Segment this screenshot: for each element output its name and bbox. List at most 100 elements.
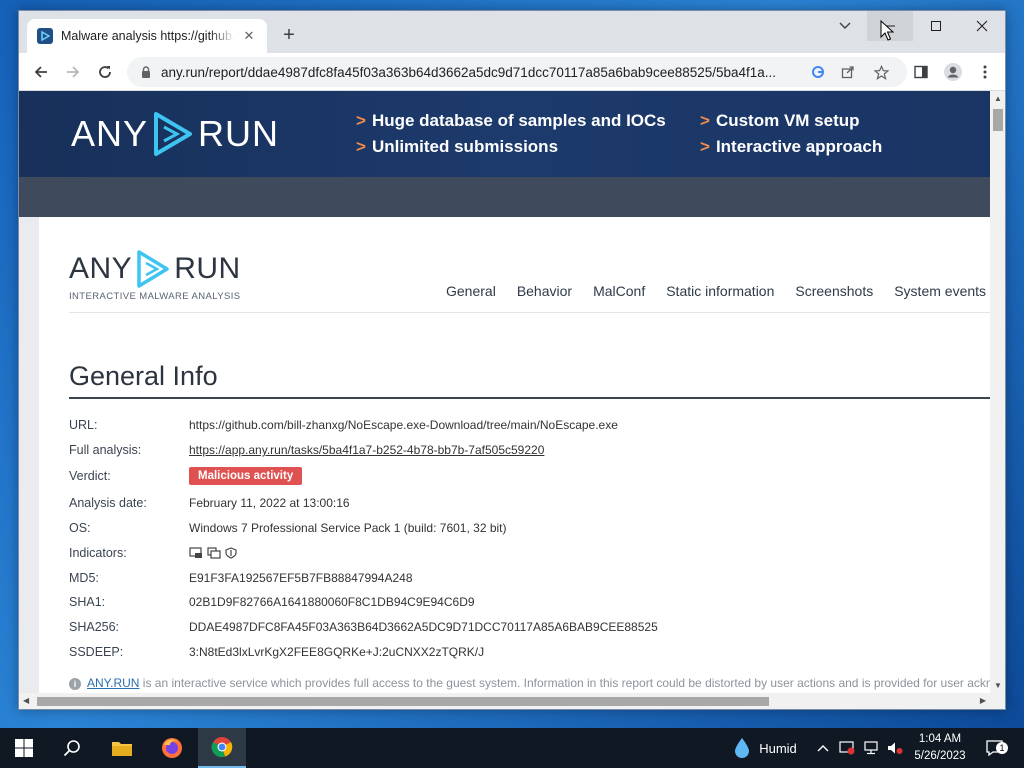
bookmark-star-icon[interactable] [870,61,892,83]
scroll-up-icon[interactable]: ▲ [994,94,1002,103]
browser-tab[interactable]: Malware analysis https://github.com/bill… [27,19,267,53]
share-icon[interactable] [837,61,859,83]
security-tray-icon[interactable] [836,728,858,768]
nav-malconf[interactable]: MalConf [593,283,645,299]
horizontal-scroll-thumb[interactable] [37,697,769,706]
site-logo-left: ANY [69,252,133,285]
promo-banner[interactable]: ANY RUN > Huge database of samples and IO… [19,91,990,177]
file-indicator-icon[interactable] [207,547,221,559]
start-button[interactable] [0,728,48,768]
info-label: URL: [69,418,98,432]
site-logo[interactable]: ANY RUN INTERACTIVE MALWARE ANALYSIS [69,249,241,302]
address-bar[interactable]: any.run/report/ddae4987dfc8fa45f03a363b6… [127,57,907,87]
shield-indicator-icon[interactable] [225,547,237,559]
banner-logo-left: ANY [71,113,149,154]
back-button[interactable] [29,60,53,84]
search-button[interactable] [48,728,96,768]
new-tab-button[interactable]: + [277,23,301,47]
maximize-button[interactable] [913,11,959,41]
vertical-scroll-thumb[interactable] [993,109,1003,131]
info-label: MD5: [69,571,99,585]
notification-center-button[interactable]: 1 [980,728,1010,768]
taskbar-clock[interactable]: 1:04 AM 5/26/2023 [905,731,975,765]
browser-window: Malware analysis https://github.com/bill… [18,10,1006,710]
volume-muted-icon[interactable] [884,728,906,768]
forward-button[interactable] [61,60,85,84]
banner-arrow: > [700,111,710,130]
scroll-right-icon[interactable]: ▶ [980,696,986,705]
os-value: Windows 7 Professional Service Pack 1 (b… [189,521,507,535]
play-logo-icon [137,250,169,288]
executable-indicator-icon[interactable] [189,547,203,559]
section-title: General Info [69,361,218,391]
sha256-value: DDAE4987DFC8FA45F03A363B64D3662A5DC9D71D… [189,620,658,634]
file-explorer-button[interactable] [98,728,146,768]
chevron-up-icon [817,745,829,752]
show-hidden-icons[interactable] [812,728,834,768]
anyrun-link[interactable]: ANY.RUN [87,676,139,690]
sha1-value: 02B1D9F82766A1641880060F8C1DB94C9E94C6D9 [189,595,475,609]
info-label: Analysis date: [69,496,147,510]
md5-value: E91F3FA192567EF5B7FB88847994A248 [189,571,413,585]
vertical-scrollbar[interactable]: ▲ ▼ [990,91,1005,693]
info-label: SHA256: [69,620,120,634]
side-panel-icon[interactable] [909,60,933,84]
info-label: SSDEEP: [69,645,124,659]
firefox-icon [162,738,182,758]
page-viewport: ANY RUN > Huge database of samples and IO… [19,91,990,693]
analysis-date-value: February 11, 2022 at 13:00:16 [189,496,350,510]
info-row-sha256: SHA256: DDAE4987DFC8FA45F03A363B64D3662A… [69,617,658,637]
firefox-button[interactable] [148,728,196,768]
banner-arrow: > [356,111,366,130]
banner-feature-text: Custom VM setup [715,111,860,130]
horizontal-scrollbar[interactable]: ◀ ▶ [19,693,1005,709]
reload-button[interactable] [93,60,117,84]
site-logo-right: RUN [174,252,241,285]
ssdeep-value: 3:N8tEd3lxLvrKgX2FEE8GQRKe+J:2uCNXX2zTQR… [189,645,485,659]
info-row-verdict: Verdict: Malicious activity [69,466,303,486]
banner-arrow: > [700,137,710,156]
chrome-button[interactable] [198,728,246,768]
browser-menu-icon[interactable] [973,60,997,84]
weather-widget[interactable]: Humid [724,728,806,768]
verdict-badge: Malicious activity [189,467,303,485]
notice-text: is an interactive service which provides… [142,676,990,690]
info-row-sha1: SHA1: 02B1D9F82766A1641880060F8C1DB94C9E… [69,592,475,612]
close-window-button[interactable] [959,11,1005,41]
google-translate-icon[interactable] [807,61,829,83]
network-icon[interactable] [860,728,882,768]
info-icon: i [69,678,81,690]
lock-icon[interactable] [139,65,153,79]
profile-avatar-icon[interactable] [941,60,965,84]
nav-general[interactable]: General [446,283,496,299]
folder-icon [112,742,132,756]
nav-system-events[interactable]: System events [894,283,986,299]
nav-screenshots[interactable]: Screenshots [795,283,873,299]
site-tagline: INTERACTIVE MALWARE ANALYSIS [69,291,241,302]
title-divider [69,397,990,399]
tab-strip: Malware analysis https://github.com/bill… [19,11,1005,53]
banner-feature-text: Unlimited submissions [371,137,559,156]
play-logo-icon [154,112,193,156]
clock-date: 5/26/2023 [914,750,966,762]
mouse-cursor-icon [880,20,894,41]
search-icon [63,740,80,757]
banner-logo-right: RUN [198,113,280,154]
scroll-down-icon[interactable]: ▼ [994,681,1002,690]
tab-close-icon[interactable]: ✕ [241,28,257,44]
weather-text: Humid [759,740,797,756]
chrome-icon [211,737,233,758]
info-label: Verdict: [69,469,111,483]
tab-title: Malware analysis https://github.com/bill… [61,29,235,43]
scroll-left-icon[interactable]: ◀ [23,696,29,705]
info-url-value: https://github.com/bill-zhanxg/NoEscape.… [189,418,618,432]
info-row-os: OS: Windows 7 Professional Service Pack … [69,518,507,538]
browser-toolbar: any.run/report/ddae4987dfc8fa45f03a363b6… [19,53,1005,91]
nav-static-information[interactable]: Static information [666,283,774,299]
nav-behavior[interactable]: Behavior [517,283,572,299]
url-text[interactable]: any.run/report/ddae4987dfc8fa45f03a363b6… [161,65,811,80]
tab-search-icon[interactable] [822,11,868,41]
info-label: SHA1: [69,595,106,609]
full-analysis-link[interactable]: https://app.any.run/tasks/5ba4f1a7-b252-… [189,443,544,457]
info-row-full-analysis: Full analysis: https://app.any.run/tasks… [69,440,544,460]
